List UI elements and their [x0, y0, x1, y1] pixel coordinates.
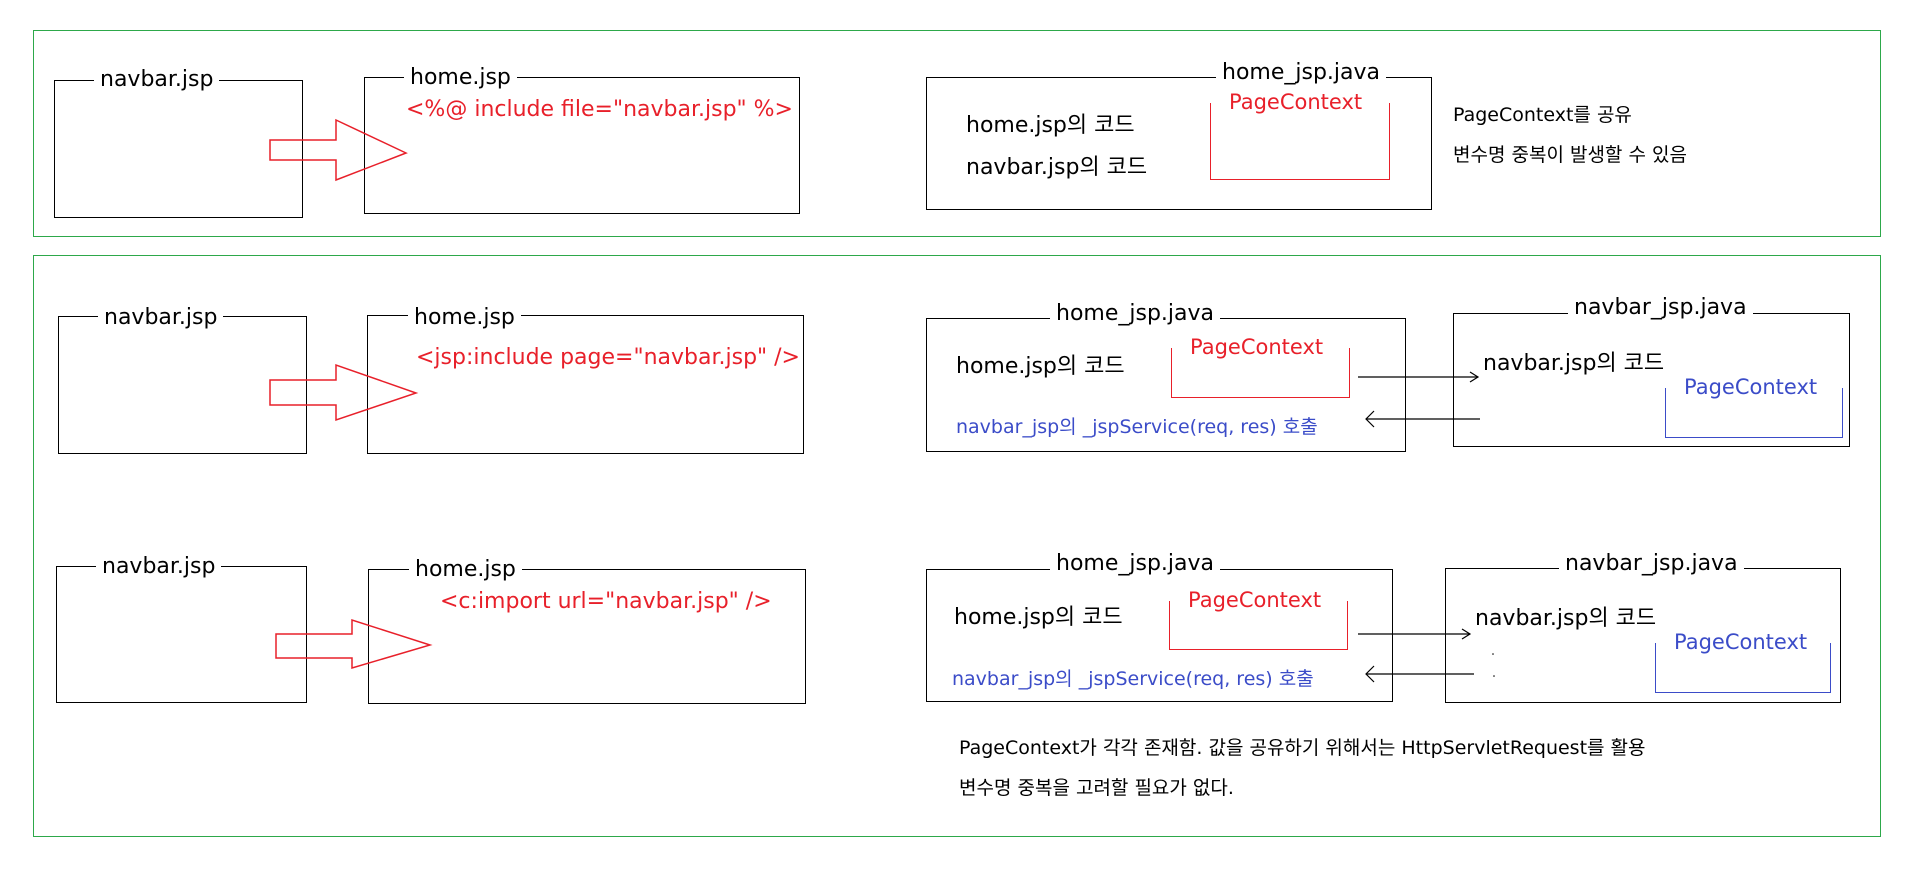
page-context-box: PageContext [1171, 334, 1350, 398]
navbar-jsp-box [58, 316, 307, 454]
home-jsp-java-label: home_jsp.java [1050, 301, 1220, 327]
navbar-jsp-code-text: navbar.jsp의 코드 [966, 155, 1148, 180]
home-jsp-label: home.jsp [409, 557, 522, 583]
home-jsp-label: home.jsp [408, 305, 521, 331]
home-jsp-code-text: home.jsp의 코드 [956, 354, 1125, 379]
home-jsp-code-text: home.jsp의 코드 [954, 605, 1123, 630]
page-context-label: PageContext [1186, 334, 1328, 360]
include-directive-code: <%@ include file="navbar.jsp" %> [406, 97, 793, 122]
page-context-label: PageContext [1225, 89, 1367, 115]
separate-context-note: PageContext가 각각 존재함. 값을 공유하기 위해서는 HttpSe… [959, 737, 1646, 759]
page-context-box: PageContext [1210, 89, 1390, 180]
c-import-code: <c:import url="navbar.jsp" /> [440, 589, 772, 614]
home-jsp-label: home.jsp [404, 65, 517, 91]
home-jsp-java-label: home_jsp.java [1216, 60, 1386, 86]
navbar-jsp-java-label: navbar_jsp.java [1568, 295, 1753, 321]
jsp-service-call-text: navbar_jsp의 _jspService(req, res) 호출 [956, 416, 1318, 438]
page-context-box: PageContext [1169, 587, 1348, 650]
navbar-jsp-code-text: navbar.jsp의 코드 [1483, 351, 1665, 376]
navbar-jsp-box [54, 80, 303, 218]
navbar-jsp-label: navbar.jsp [94, 67, 220, 93]
page-context-box: PageContext [1665, 374, 1843, 438]
home-jsp-java-label: home_jsp.java [1050, 551, 1220, 577]
navbar-jsp-label: navbar.jsp [96, 554, 222, 580]
page-context-label: PageContext [1680, 374, 1822, 400]
jsp-service-call-text: navbar_jsp의 _jspService(req, res) 호출 [952, 668, 1314, 690]
page-context-label: PageContext [1670, 629, 1812, 655]
no-conflict-note: 변수명 중복을 고려할 필요가 없다. [959, 777, 1234, 799]
shared-context-note: PageContext를 공유 [1453, 104, 1632, 126]
jsp-include-action-code: <jsp:include page="navbar.jsp" /> [416, 345, 800, 370]
home-jsp-code-text: home.jsp의 코드 [966, 113, 1135, 138]
navbar-jsp-code-text: navbar.jsp의 코드 [1475, 606, 1657, 631]
home-jsp-box [367, 315, 804, 454]
navbar-jsp-java-label: navbar_jsp.java [1559, 551, 1744, 577]
navbar-jsp-label: navbar.jsp [98, 305, 224, 331]
variable-conflict-note: 변수명 중복이 발생할 수 있음 [1453, 144, 1687, 166]
navbar-jsp-box [56, 566, 307, 703]
page-context-box: PageContext [1655, 629, 1831, 693]
page-context-label: PageContext [1184, 587, 1326, 613]
